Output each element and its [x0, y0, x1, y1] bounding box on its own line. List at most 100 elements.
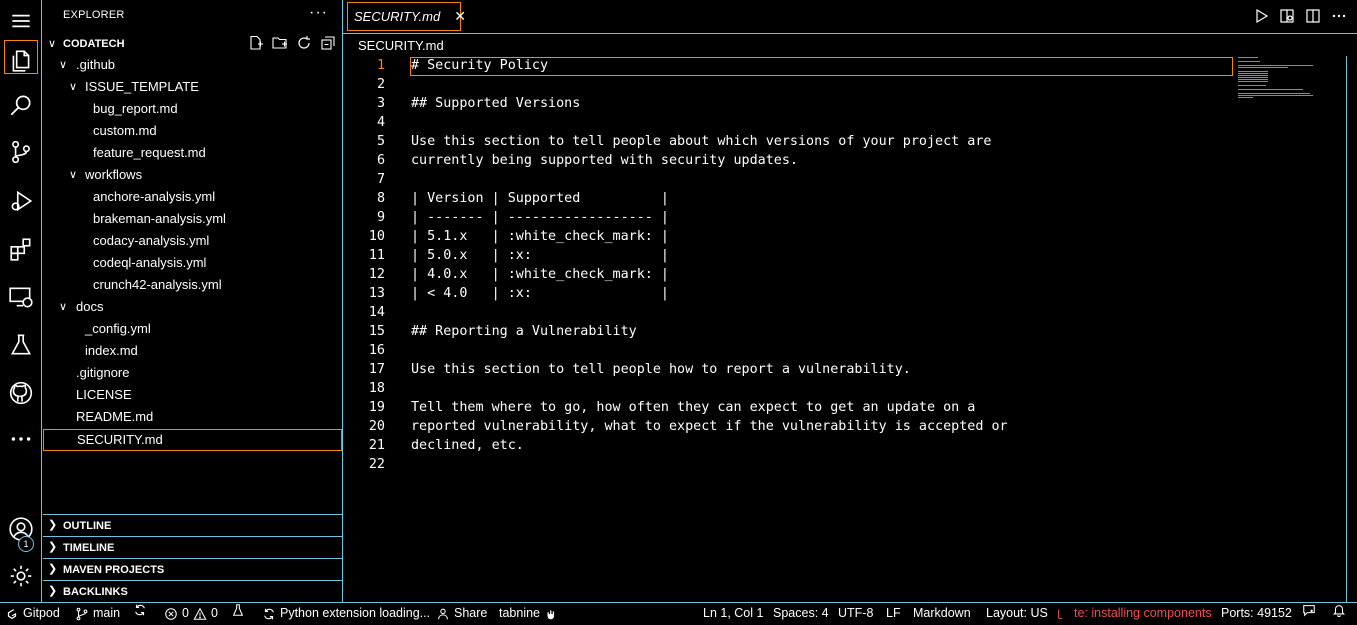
search-button[interactable]	[0, 84, 42, 126]
line-number: 9	[376, 210, 385, 225]
latex-icon	[1058, 609, 1063, 619]
maven-projects-panel-header[interactable]: ❯ MAVEN PROJECTS	[43, 558, 342, 580]
chevron-down-icon: ∨	[69, 81, 78, 93]
close-icon[interactable]: ✕	[454, 8, 466, 25]
minimap[interactable]	[1238, 56, 1328, 116]
indentation-status[interactable]: Spaces: 4	[773, 603, 829, 624]
refresh-icon[interactable]	[296, 35, 312, 51]
minimap-line	[1238, 65, 1313, 66]
remote-status[interactable]	[1302, 603, 1316, 617]
line-number: 8	[376, 191, 385, 206]
tree-item-file[interactable]: feature_request.md	[43, 142, 342, 164]
line-number: 20	[368, 419, 385, 434]
branch-status[interactable]: main	[75, 603, 120, 624]
share-icon	[438, 608, 448, 619]
run-debug-button[interactable]	[0, 180, 42, 222]
github-button[interactable]	[0, 372, 42, 414]
chevron-down-icon: ∨	[69, 169, 78, 181]
tree-item-file[interactable]: _config.yml	[43, 318, 342, 340]
manage-button[interactable]	[0, 555, 42, 597]
editor-tab-bar: SECURITY.md ✕	[343, 0, 1357, 34]
tree-item-file[interactable]: codeql-analysis.yml	[43, 252, 342, 274]
tree-item-label: README.md	[76, 409, 154, 424]
extensions-button[interactable]	[0, 228, 42, 270]
sync-status[interactable]	[133, 603, 147, 617]
accounts-button[interactable]: 1	[0, 508, 42, 552]
tree-item-file[interactable]: crunch42-analysis.yml	[43, 274, 342, 296]
tree-item-label: ISSUE_TEMPLATE	[85, 79, 199, 94]
menu-icon[interactable]	[0, 0, 42, 42]
panel-title: MAVEN PROJECTS	[63, 564, 165, 576]
more-actions-icon[interactable]	[1331, 8, 1347, 24]
workspace-section-header[interactable]: ∨ CODATECH	[43, 34, 342, 54]
open-preview-icon[interactable]	[1279, 8, 1295, 24]
more-button[interactable]	[0, 418, 42, 460]
tree-item-docs-folder[interactable]: ∨ docs	[43, 296, 342, 318]
tree-item-file[interactable]: brakeman-analysis.yml	[43, 208, 342, 230]
tree-item-file[interactable]: index.md	[43, 340, 342, 362]
minimap-line	[1238, 67, 1288, 68]
tree-item-file[interactable]: README.md	[43, 406, 342, 428]
tree-item-label: brakeman-analysis.yml	[93, 211, 226, 226]
new-file-icon[interactable]	[248, 35, 264, 51]
tree-item-file[interactable]: .gitignore	[43, 362, 342, 384]
code-editor[interactable]: 1 2 3 4 5 6 7 8 9 10 11 12 13 14 15 16 17 18 19 20 21 22 # Se…	[343, 56, 1233, 602]
gitpod-label: Gitpod	[23, 606, 60, 620]
tree-item-label: codacy-analysis.yml	[93, 233, 210, 248]
minimap-line	[1238, 71, 1268, 72]
split-editor-icon[interactable]	[1305, 8, 1321, 24]
encoding-status[interactable]: UTF-8	[838, 603, 873, 624]
tree-item-file[interactable]: LICENSE	[43, 384, 342, 406]
tree-item-label: .github	[76, 57, 116, 72]
tree-item-label: SECURITY.md	[77, 432, 163, 447]
breadcrumb[interactable]: SECURITY.md	[358, 38, 444, 53]
language-mode-status[interactable]: Markdown	[913, 603, 971, 624]
status-bar: Gitpod main 0 0 Python extension loading…	[0, 602, 1357, 625]
python-label: Python extension loading...	[280, 606, 431, 620]
panel-title: BACKLINKS	[63, 586, 128, 598]
minimap-line	[1238, 97, 1253, 98]
active-indicator	[4, 40, 38, 74]
python-status[interactable]: Python extension loading...	[262, 603, 430, 624]
minimap-line	[1238, 79, 1268, 80]
line-number: 12	[368, 267, 385, 282]
ports-status[interactable]: Ports: 49152	[1221, 603, 1292, 624]
outline-panel-header[interactable]: ❯ OUTLINE	[43, 514, 342, 536]
tree-item-label: workflows	[85, 167, 143, 182]
run-icon[interactable]	[1253, 8, 1269, 24]
source-control-button[interactable]	[0, 131, 42, 173]
tree-item-file-selected[interactable]: SECURITY.md	[43, 429, 342, 451]
line-number: 10	[368, 229, 385, 244]
tab-security-md[interactable]: SECURITY.md ✕	[347, 2, 466, 31]
vertical-scrollbar[interactable]	[1346, 56, 1347, 602]
gitpod-status[interactable]: Gitpod	[5, 603, 60, 624]
testing-status[interactable]	[231, 603, 245, 617]
new-folder-icon[interactable]	[272, 35, 288, 51]
testing-button[interactable]	[0, 324, 42, 366]
timeline-panel-header[interactable]: ❯ TIMELINE	[43, 536, 342, 558]
share-status[interactable]: Share	[436, 603, 487, 624]
code-line: ## Supported Versions	[411, 96, 581, 111]
eol-status[interactable]: LF	[886, 603, 901, 624]
tree-item-workflows-folder[interactable]: ∨ workflows	[43, 164, 342, 186]
tree-item-file[interactable]: custom.md	[43, 120, 342, 142]
tree-item-file[interactable]: bug_report.md	[43, 98, 342, 120]
more-actions-icon[interactable]: ···	[309, 4, 328, 22]
latex-status[interactable]: te: installing components	[1056, 603, 1212, 624]
remote-explorer-button[interactable]	[0, 276, 42, 318]
chevron-right-icon: ❯	[48, 519, 58, 531]
cursor-position[interactable]: Ln 1, Col 1	[703, 603, 763, 624]
backlinks-panel-header[interactable]: ❯ BACKLINKS	[43, 580, 342, 602]
tree-item-label: LICENSE	[76, 387, 132, 402]
tree-item-file[interactable]: codacy-analysis.yml	[43, 230, 342, 252]
tree-item-github-folder[interactable]: ∨ .github	[43, 54, 342, 76]
notifications-status[interactable]	[1332, 603, 1346, 617]
problems-status[interactable]: 0 0	[164, 603, 218, 624]
collapse-all-icon[interactable]	[320, 35, 336, 51]
line-number: 19	[368, 400, 385, 415]
tree-item-file[interactable]: anchore-analysis.yml	[43, 186, 342, 208]
tabnine-status[interactable]: tabnine	[499, 603, 558, 624]
tree-item-issue-template-folder[interactable]: ∨ ISSUE_TEMPLATE	[43, 76, 342, 98]
keyboard-layout-status[interactable]: Layout: US	[986, 603, 1048, 624]
explorer-button[interactable]	[0, 40, 42, 82]
